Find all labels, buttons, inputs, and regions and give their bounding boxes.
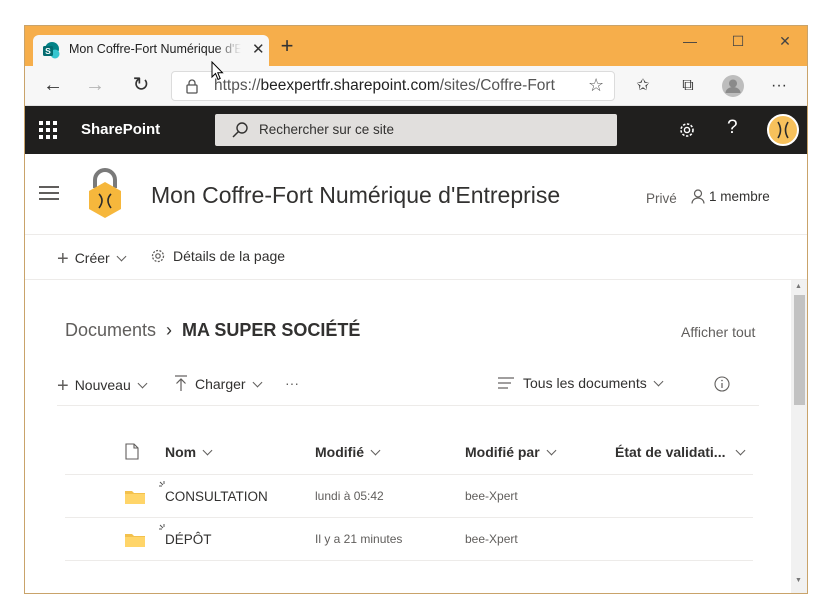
row-modified-by[interactable]: bee-Xpert bbox=[465, 489, 518, 503]
padlock-logo-icon bbox=[89, 168, 121, 218]
forward-icon[interactable]: → bbox=[83, 74, 107, 98]
mouse-cursor-icon bbox=[211, 61, 224, 81]
column-header-approval[interactable]: État de validati... bbox=[615, 444, 746, 460]
refresh-icon[interactable]: ↻ bbox=[129, 74, 153, 98]
row-modified: Il y a 21 minutes bbox=[315, 532, 403, 546]
collections-icon[interactable]: ⧉ bbox=[676, 74, 700, 98]
row-modified: lundi à 05:42 bbox=[315, 489, 384, 503]
row-modified-by[interactable]: bee-Xpert bbox=[465, 532, 518, 546]
close-window-icon[interactable]: ✕ bbox=[775, 32, 795, 52]
library-command-bar: + Nouveau Charger ··· Tous les documents bbox=[57, 368, 759, 406]
settings-gear-icon bbox=[151, 249, 165, 263]
maximize-icon[interactable]: ☐ bbox=[728, 32, 748, 52]
address-bar[interactable]: https://beexpertfr.sharepoint.com/sites/… bbox=[171, 71, 615, 101]
url-text: https://beexpertfr.sharepoint.com/sites/… bbox=[214, 77, 555, 94]
file-type-icon bbox=[125, 443, 139, 460]
suite-bar: SharePoint Rechercher sur ce site ? bbox=[25, 106, 807, 154]
back-icon[interactable]: ← bbox=[41, 74, 65, 98]
more-actions-icon[interactable]: ··· bbox=[285, 375, 299, 391]
page-command-bar: + Créer Détails de la page bbox=[25, 235, 807, 280]
browser-tab[interactable]: S Mon Coffre-Fort Numérique d'Entreprise… bbox=[33, 35, 269, 66]
tab-close-icon[interactable]: ✕ bbox=[252, 41, 265, 59]
app-name[interactable]: SharePoint bbox=[81, 121, 160, 138]
view-list-icon bbox=[498, 377, 514, 389]
lock-icon bbox=[186, 79, 198, 94]
chevron-down-icon bbox=[653, 376, 664, 387]
site-header: Mon Coffre-Fort Numérique d'Entreprise P… bbox=[25, 154, 807, 235]
search-box[interactable]: Rechercher sur ce site bbox=[215, 114, 617, 146]
scroll-down-icon[interactable]: ▼ bbox=[795, 577, 802, 584]
search-icon bbox=[232, 122, 248, 138]
row-name-link[interactable]: DÉPÔT bbox=[165, 532, 212, 547]
title-bar: S Mon Coffre-Fort Numérique d'Entreprise… bbox=[25, 26, 807, 66]
app-launcher-icon[interactable] bbox=[39, 121, 57, 139]
privacy-label: Privé bbox=[646, 191, 677, 206]
new-tab-icon[interactable]: + bbox=[277, 35, 297, 57]
chevron-down-icon bbox=[546, 445, 557, 456]
view-switcher[interactable]: Tous les documents bbox=[498, 375, 664, 391]
tab-title: Mon Coffre-Fort Numérique d'Entreprise bbox=[69, 42, 241, 56]
plus-icon: + bbox=[57, 248, 69, 270]
column-header-modified-by[interactable]: Modifié par bbox=[465, 444, 557, 460]
vertical-scrollbar[interactable]: ▲ ▼ bbox=[791, 280, 807, 593]
new-button[interactable]: + Nouveau bbox=[57, 375, 148, 398]
hamburger-menu-icon[interactable] bbox=[39, 186, 59, 200]
table-row[interactable]: CONSULTATION lundi à 05:42 bee-Xpert bbox=[65, 475, 753, 518]
chevron-down-icon bbox=[137, 378, 148, 389]
page-details-button[interactable]: Détails de la page bbox=[150, 248, 285, 264]
chevron-down-icon bbox=[116, 251, 127, 262]
browser-window: S Mon Coffre-Fort Numérique d'Entreprise… bbox=[24, 25, 808, 594]
column-header-modified[interactable]: Modifié bbox=[315, 444, 381, 460]
breadcrumb-current: MA SUPER SOCIÉTÉ bbox=[182, 320, 361, 340]
see-all-link[interactable]: Afficher tout bbox=[681, 324, 755, 340]
person-icon bbox=[691, 189, 705, 204]
help-icon[interactable]: ? bbox=[727, 117, 738, 139]
breadcrumb-root-link[interactable]: Documents bbox=[65, 320, 156, 340]
info-icon[interactable] bbox=[714, 376, 730, 392]
column-header-name[interactable]: Nom bbox=[165, 444, 213, 460]
chevron-down-icon bbox=[736, 445, 746, 456]
scrollbar-thumb[interactable] bbox=[794, 295, 805, 405]
plus-icon: + bbox=[57, 375, 69, 397]
profile-icon[interactable] bbox=[721, 74, 745, 98]
chevron-right-icon: › bbox=[166, 320, 173, 340]
search-placeholder: Rechercher sur ce site bbox=[259, 122, 395, 137]
chevron-down-icon bbox=[252, 377, 263, 388]
table-row[interactable]: DÉPÔT Il y a 21 minutes bee-Xpert bbox=[65, 518, 753, 561]
favorite-star-icon[interactable]: ☆ bbox=[588, 75, 604, 96]
upload-button[interactable]: Charger bbox=[175, 375, 263, 392]
table-header: Nom Modifié Modifié par État de validati… bbox=[65, 430, 753, 475]
more-menu-icon[interactable]: ··· bbox=[767, 74, 791, 98]
row-name-link[interactable]: CONSULTATION bbox=[165, 489, 268, 504]
upload-icon bbox=[175, 375, 187, 391]
create-button[interactable]: + Créer bbox=[57, 248, 127, 271]
sharepoint-favicon-icon: S bbox=[43, 42, 60, 59]
folder-icon bbox=[125, 534, 145, 547]
document-library-webpart: Documents › MA SUPER SOCIÉTÉ Afficher tout… bbox=[25, 280, 791, 593]
chevron-down-icon bbox=[202, 445, 213, 456]
address-bar-row: ← → ↻ https://beexpertfr.sharepoint.com/… bbox=[25, 66, 807, 106]
user-avatar[interactable] bbox=[767, 114, 799, 146]
chevron-down-icon bbox=[370, 445, 381, 456]
site-title[interactable]: Mon Coffre-Fort Numérique d'Entreprise bbox=[151, 182, 560, 209]
members-button[interactable]: 1 membre bbox=[691, 189, 770, 204]
settings-gear-icon[interactable] bbox=[677, 120, 697, 140]
scroll-up-icon[interactable]: ▲ bbox=[795, 283, 802, 290]
svg-text:S: S bbox=[45, 46, 51, 56]
breadcrumb: Documents › MA SUPER SOCIÉTÉ bbox=[65, 320, 360, 341]
minimize-icon[interactable]: — bbox=[680, 32, 700, 52]
favorites-icon[interactable]: ✩ bbox=[631, 74, 655, 98]
folder-icon bbox=[125, 491, 145, 504]
